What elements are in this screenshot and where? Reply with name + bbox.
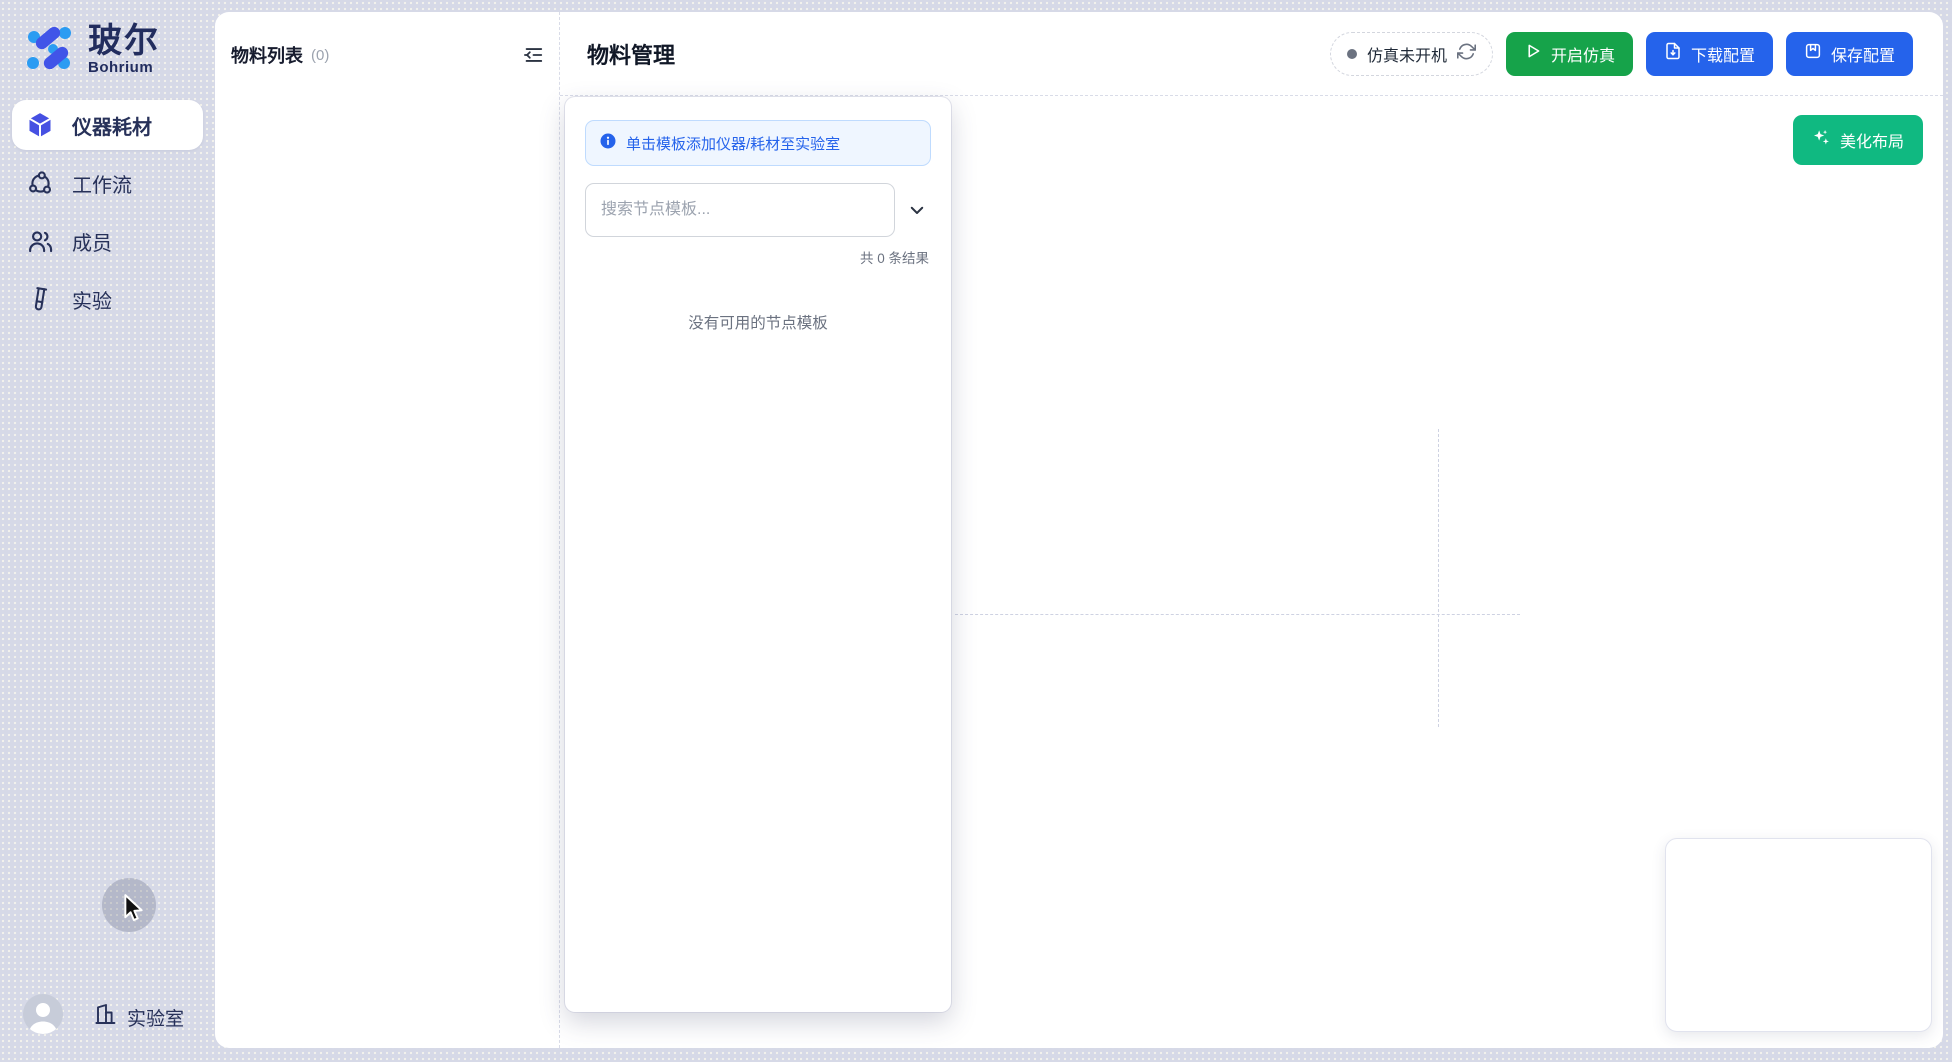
- save-config-label: 保存配置: [1831, 42, 1895, 66]
- material-list-panel: 物料列表 (0): [215, 12, 560, 1048]
- simulation-status-pill[interactable]: 仿真未开机: [1330, 32, 1493, 76]
- sparkles-icon: [1812, 128, 1831, 152]
- building-icon: [93, 1002, 117, 1032]
- simulation-status-label: 仿真未开机: [1367, 42, 1447, 66]
- beautify-layout-label: 美化布局: [1840, 128, 1904, 152]
- user-avatar[interactable]: [23, 994, 63, 1034]
- template-search-row: [585, 183, 931, 237]
- node-template-panel: 单击模板添加仪器/耗材至实验室 共 0 条结果 没有可用的节点模板: [565, 97, 951, 1012]
- lab-switcher[interactable]: 实验室: [93, 1002, 184, 1032]
- sidebar-item-label: 成员: [72, 227, 112, 256]
- brand-name-zh: 玻尔: [88, 23, 160, 59]
- sidebar-item-label: 实验: [72, 285, 112, 314]
- start-simulation-label: 开启仿真: [1551, 42, 1615, 66]
- sidebar-item-members[interactable]: 成员: [12, 216, 203, 266]
- main-panel: 物料列表 (0) 物料管理 仿真未开机: [215, 12, 1943, 1048]
- page-title: 物料管理: [587, 38, 675, 70]
- sidebar-item-label: 工作流: [72, 169, 132, 198]
- brand-logo[interactable]: 玻尔 Bohrium: [20, 18, 160, 81]
- save-icon: [1804, 42, 1822, 65]
- page-header: 物料管理 仿真未开机: [560, 12, 1943, 96]
- sidebar-item-workflow[interactable]: 工作流: [12, 158, 203, 208]
- experiment-icon: [26, 285, 54, 313]
- template-result-count: 共 0 条结果: [585, 247, 931, 267]
- template-search-input[interactable]: [585, 183, 895, 237]
- info-icon: [599, 132, 617, 154]
- app-root: 玻尔 Bohrium 仪器耗材: [0, 0, 1952, 1062]
- beautify-layout-button[interactable]: 美化布局: [1793, 115, 1923, 165]
- canvas-guide-line-vertical: [1438, 429, 1439, 727]
- sidebar-footer: 实验室: [0, 990, 215, 1034]
- flow-canvas[interactable]: 单击模板添加仪器/耗材至实验室 共 0 条结果 没有可用的节点模板: [560, 96, 1943, 1048]
- sidebar-nav: 仪器耗材 工作流: [12, 100, 203, 324]
- sidebar-item-instruments[interactable]: 仪器耗材: [12, 100, 203, 150]
- download-config-label: 下载配置: [1691, 42, 1755, 66]
- refresh-icon[interactable]: [1457, 42, 1476, 66]
- chevron-down-icon[interactable]: [903, 196, 931, 224]
- download-config-button[interactable]: 下载配置: [1646, 32, 1773, 76]
- material-list-count: (0): [311, 47, 329, 64]
- brand-name-en: Bohrium: [88, 59, 160, 76]
- file-download-icon: [1664, 42, 1682, 65]
- canvas-minimap[interactable]: [1665, 838, 1932, 1032]
- start-simulation-button[interactable]: 开启仿真: [1506, 32, 1633, 76]
- mouse-cursor-icon: [118, 892, 148, 931]
- sidebar-item-experiment[interactable]: 实验: [12, 274, 203, 324]
- canvas-guide-line-horizontal: [955, 614, 1520, 615]
- material-list-header: 物料列表 (0): [231, 42, 545, 68]
- workflow-icon: [26, 169, 54, 197]
- header-actions: 仿真未开机 开启仿真: [1330, 32, 1913, 76]
- members-icon: [26, 227, 54, 255]
- material-list-title: 物料列表: [231, 42, 303, 68]
- template-hint-banner[interactable]: 单击模板添加仪器/耗材至实验室: [585, 120, 931, 166]
- collapse-panel-icon[interactable]: [521, 43, 545, 67]
- play-icon: [1524, 42, 1542, 65]
- sidebar-item-label: 仪器耗材: [72, 111, 152, 140]
- status-dot-icon: [1347, 49, 1357, 59]
- template-empty-text: 没有可用的节点模板: [585, 311, 931, 333]
- template-hint-text: 单击模板添加仪器/耗材至实验室: [626, 133, 840, 154]
- lab-label: 实验室: [127, 1004, 184, 1031]
- cube-icon: [26, 111, 54, 139]
- brand-text: 玻尔 Bohrium: [88, 23, 160, 76]
- bohrium-logo-icon: [20, 18, 78, 81]
- save-config-button[interactable]: 保存配置: [1786, 32, 1913, 76]
